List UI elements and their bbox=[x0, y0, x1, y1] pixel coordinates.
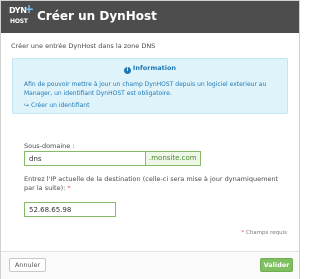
required-asterisk: * bbox=[67, 184, 71, 192]
dynhost-logo: DYN HOST + bbox=[9, 2, 35, 29]
info-heading: i Information bbox=[13, 64, 287, 74]
modal-title: Créer un DynHost bbox=[37, 9, 157, 23]
required-note-text: Champs requis bbox=[245, 230, 287, 236]
ip-label: Entrez l'IP actuelle de la destination (… bbox=[24, 175, 286, 193]
required-fields-note: * Champs requis bbox=[241, 230, 287, 236]
modal-header: DYN HOST + Créer un DynHost bbox=[1, 1, 299, 33]
cancel-button[interactable]: Annuler bbox=[9, 258, 46, 272]
ip-label-text: Entrez l'IP actuelle de la destination (… bbox=[24, 175, 279, 192]
info-box: i Information Afin de pouvoir mettre à jo… bbox=[12, 58, 288, 114]
info-heading-text: Information bbox=[132, 64, 177, 72]
validate-button[interactable]: Valider bbox=[260, 258, 293, 272]
subdomain-input[interactable] bbox=[24, 151, 145, 166]
create-identifier-link[interactable]: ↪ Créer un identifiant bbox=[24, 102, 89, 109]
info-icon: i bbox=[123, 67, 131, 74]
info-text: Afin de pouvoir mettre à jour un champ D… bbox=[24, 81, 267, 97]
plus-icon: + bbox=[24, 2, 35, 16]
create-dynhost-modal: DYN HOST + Créer un DynHost Créer une en… bbox=[0, 0, 300, 279]
ip-input[interactable] bbox=[24, 202, 116, 217]
subdomain-label: Sous-domaine : bbox=[24, 142, 75, 150]
required-note-asterisk: * bbox=[241, 230, 245, 236]
modal-subtitle: Créer une entrée DynHost dans la zone DN… bbox=[11, 42, 156, 50]
logo-text-sub: HOST bbox=[10, 18, 28, 25]
domain-suffix: .monsite.com bbox=[145, 151, 201, 166]
modal-footer: Annuler Valider bbox=[1, 251, 299, 279]
create-identifier-link-label: Créer un identifiant bbox=[31, 102, 90, 109]
external-link-icon: ↪ bbox=[24, 102, 30, 109]
